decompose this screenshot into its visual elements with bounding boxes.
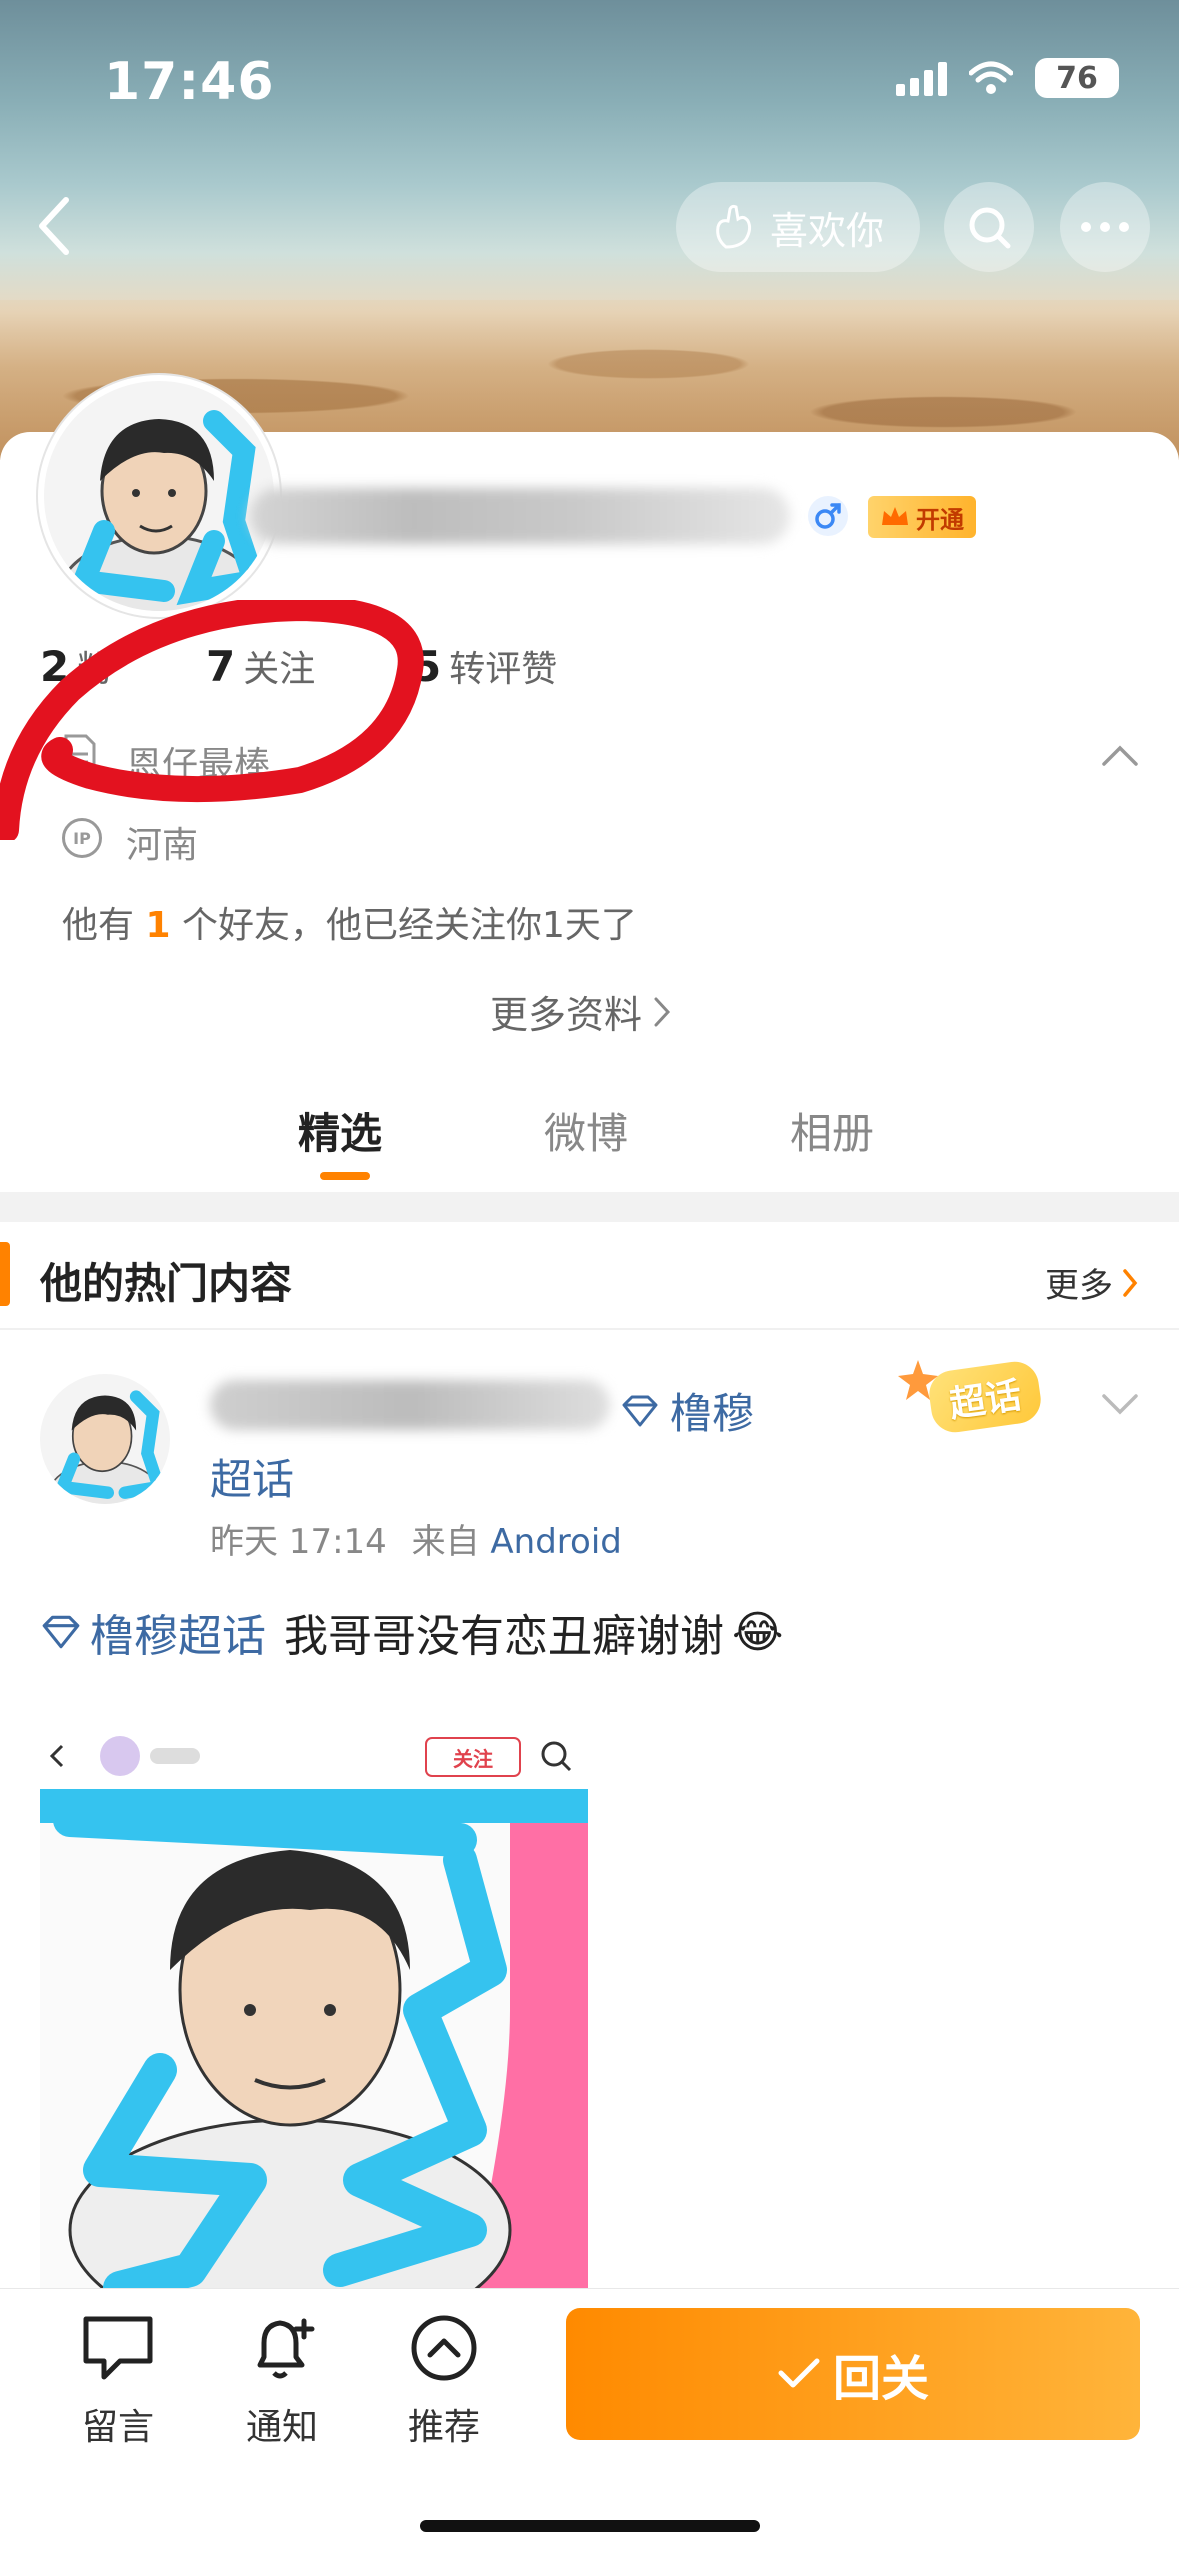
chevron-right-orange-icon <box>1123 1268 1138 1297</box>
diamond-icon <box>622 1395 658 1426</box>
avatar[interactable] <box>38 375 280 617</box>
back-icon[interactable] <box>34 196 74 256</box>
section-accent-bar <box>0 1242 10 1306</box>
wifi-icon <box>969 61 1013 94</box>
avatar-drawing <box>44 381 274 611</box>
post-topic-link[interactable]: 橹穆 <box>620 1380 754 1441</box>
vip-label: 开通 <box>916 505 964 534</box>
search-icon <box>969 207 1011 249</box>
more-button[interactable] <box>1060 182 1150 272</box>
tab-album[interactable]: 相册 <box>790 1100 874 1161</box>
section-title: 他的热门内容 <box>40 1259 293 1308</box>
status-icons: 76 <box>896 58 1119 98</box>
tab-featured[interactable]: 精选 <box>298 1100 382 1161</box>
chevron-right-icon <box>654 997 671 1026</box>
post-options-chevron-icon[interactable] <box>1100 1392 1140 1416</box>
friend-count[interactable]: 1 <box>145 905 170 946</box>
diamond-topic-icon <box>42 1615 80 1649</box>
red-scribble-annotation <box>0 600 424 840</box>
follow-back-button[interactable]: 回关 <box>566 2308 1140 2440</box>
post-topic-label-2[interactable]: 超话 <box>210 1446 294 1507</box>
post-time: 昨天 17:14 <box>210 1522 387 1562</box>
search-button[interactable] <box>944 182 1034 272</box>
vip-open-badge[interactable]: 开通 <box>868 496 976 538</box>
more-info-link[interactable]: 更多资料 <box>490 984 672 1039</box>
post-author-avatar[interactable] <box>40 1374 170 1504</box>
home-indicator <box>420 2520 760 2532</box>
post-content: 橹穆超话 我哥哥没有恋丑癖谢谢 😂 <box>40 1600 783 1664</box>
follow-back-label: 回关 <box>832 2351 929 2407</box>
laughing-crying-emoji: 😂 <box>732 1606 784 1658</box>
comment-label: 留言 <box>81 2407 154 2448</box>
mutual-friend-line: 他有 1 个好友，他已经关注你1天了 <box>62 905 637 946</box>
like-you-button[interactable]: 喜欢你 <box>676 182 920 272</box>
profile-tabs: 精选 微博 相册 <box>0 1090 1179 1190</box>
tab-active-indicator <box>320 1172 370 1180</box>
message-bubble-icon <box>83 2316 153 2380</box>
crown-icon <box>882 507 908 525</box>
male-gender-icon <box>808 496 848 536</box>
post-author-name-blurred <box>210 1380 610 1430</box>
collapse-chevron-icon[interactable] <box>1100 744 1140 768</box>
username-blurred <box>250 488 790 544</box>
section-header-divider <box>0 1328 1179 1330</box>
post-source[interactable]: Android <box>490 1522 621 1562</box>
section-more-label: 更多 <box>1045 1266 1113 1306</box>
recommend-button[interactable]: 推荐 <box>384 2313 504 2450</box>
post-image-drawing <box>40 1710 588 2288</box>
recommend-arrow-circle-icon <box>411 2315 477 2381</box>
tab-weibo[interactable]: 微博 <box>544 1100 628 1161</box>
post-content-text: 我哥哥没有恋丑癖谢谢 <box>284 1611 724 1662</box>
status-time: 17:46 <box>104 52 275 112</box>
star-sparkle-icon <box>898 1360 938 1400</box>
battery-indicator: 76 <box>1035 58 1119 98</box>
more-info-label: 更多资料 <box>490 993 643 1037</box>
cellular-signal-icon <box>896 60 947 96</box>
notify-button[interactable]: 通知 <box>222 2313 342 2450</box>
section-divider <box>0 1192 1179 1222</box>
comment-button[interactable]: 留言 <box>58 2313 178 2450</box>
hand-heart-icon <box>716 204 752 249</box>
checkmark-icon <box>778 2358 820 2388</box>
post-topic-label: 橹穆 <box>670 1389 755 1438</box>
post-avatar-drawing <box>47 1390 167 1504</box>
like-you-label: 喜欢你 <box>769 208 884 253</box>
post-meta: 昨天 17:14 来自 Android <box>210 1522 622 1562</box>
notify-label: 通知 <box>245 2407 318 2448</box>
bell-plus-icon <box>257 2318 315 2379</box>
post-image[interactable]: 关注 <box>40 1710 588 2288</box>
post-image-follow-label: 关注 <box>453 1746 493 1771</box>
more-dots-icon <box>1081 222 1129 232</box>
section-more-link[interactable]: 更多 <box>1045 1258 1139 1307</box>
recommend-label: 推荐 <box>407 2407 480 2448</box>
post-content-topic[interactable]: 橹穆超话 <box>90 1600 266 1664</box>
